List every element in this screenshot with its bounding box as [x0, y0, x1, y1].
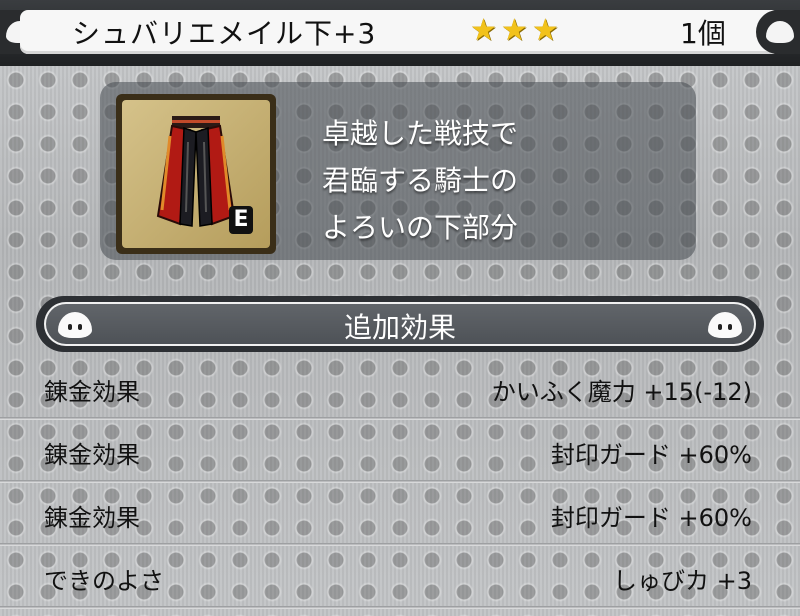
effect-row: 錬金効果 封印ガード +60%	[0, 484, 800, 546]
item-name: シュバリエメイル下+3	[72, 17, 377, 50]
effect-label: 錬金効果	[44, 378, 140, 406]
item-header: シュバリエメイル下+3 ★ ★ ★ 1個	[0, 0, 800, 66]
effect-value: 封印ガード +60%	[550, 441, 752, 469]
row-divider	[0, 480, 800, 483]
effect-label: できのよさ	[44, 567, 164, 595]
effect-label: 錬金効果	[44, 504, 140, 532]
rarity-stars: ★ ★ ★	[470, 14, 559, 48]
row-divider	[0, 606, 800, 609]
row-divider	[0, 417, 800, 420]
header-right-cap	[756, 10, 800, 54]
star-icon: ★	[500, 13, 528, 48]
effect-row: 錬金効果 封印ガード +60%	[0, 421, 800, 483]
star-icon: ★	[470, 13, 497, 48]
effect-value: しゅびカ +3	[612, 567, 752, 595]
star-icon: ★	[531, 13, 559, 48]
item-count: 1個	[680, 17, 726, 50]
effect-row: 錬金効果 かいふく魔力 +15(-12)	[0, 358, 800, 420]
additional-effects-header: 追加効果	[36, 296, 764, 352]
section-title: 追加効果	[343, 311, 456, 344]
item-description: 卓越した戦技で 君臨する騎士の よろいの下部分	[322, 110, 682, 251]
row-divider	[0, 543, 800, 546]
equipped-badge: E	[229, 206, 253, 234]
description-line: 君臨する騎士の	[322, 164, 519, 197]
effect-value: かいふく魔力 +15(-12)	[491, 378, 752, 406]
effect-row: できのよさ しゅびカ +3	[0, 547, 800, 609]
slime-icon	[766, 21, 794, 43]
effect-label: 錬金効果	[44, 441, 140, 469]
effect-value: 封印ガード +60%	[550, 504, 752, 532]
description-line: 卓越した戦技で	[322, 117, 519, 150]
description-line: よろいの下部分	[322, 211, 519, 244]
section-header-inner: 追加効果	[44, 302, 756, 346]
